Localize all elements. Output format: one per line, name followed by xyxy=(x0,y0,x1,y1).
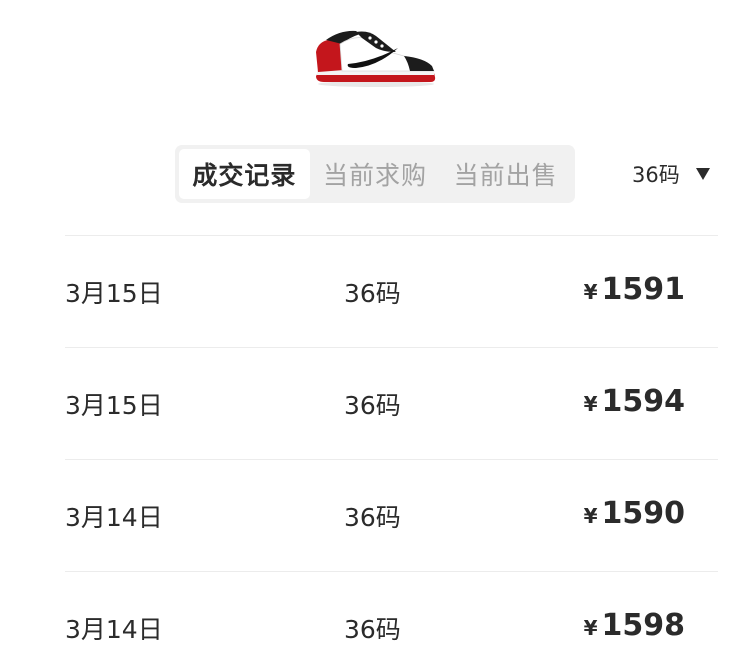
currency-symbol: ¥ xyxy=(583,616,598,640)
transaction-size: 36码 xyxy=(344,615,401,644)
transaction-row: 3月15日 36码 ¥ 1591 xyxy=(65,235,718,347)
transaction-date: 3月15日 xyxy=(65,279,163,308)
transaction-date: 3月14日 xyxy=(65,503,163,532)
record-type-tabs: 成交记录 当前求购 当前出售 xyxy=(175,145,575,203)
price-amount: 1591 xyxy=(601,272,686,307)
transaction-list: 3月15日 36码 ¥ 1591 3月15日 36码 ¥ 1594 3月14日 … xyxy=(65,235,718,662)
transaction-price: ¥ 1598 xyxy=(584,608,685,643)
transaction-records-page: 成交记录 当前求购 当前出售 36码 3月15日 36码 ¥ 1591 3月15… xyxy=(0,0,750,662)
transaction-size: 36码 xyxy=(344,279,401,308)
caret-down-icon xyxy=(695,168,710,180)
tab-current-bids[interactable]: 当前求购 xyxy=(310,149,441,199)
transaction-size: 36码 xyxy=(344,503,401,532)
transaction-price: ¥ 1591 xyxy=(584,272,685,307)
currency-symbol: ¥ xyxy=(583,392,598,416)
currency-symbol: ¥ xyxy=(583,504,598,528)
transaction-row: 3月14日 36码 ¥ 1590 xyxy=(65,459,718,571)
sneaker-image xyxy=(312,22,438,90)
transaction-date: 3月14日 xyxy=(65,615,163,644)
transaction-row: 3月14日 36码 ¥ 1598 xyxy=(65,571,718,662)
currency-symbol: ¥ xyxy=(583,280,598,304)
price-amount: 1598 xyxy=(601,608,686,643)
transaction-date: 3月15日 xyxy=(65,391,163,420)
transaction-row: 3月15日 36码 ¥ 1594 xyxy=(65,347,718,459)
tab-transaction-records[interactable]: 成交记录 xyxy=(179,149,310,199)
price-amount: 1590 xyxy=(601,496,686,531)
transaction-size: 36码 xyxy=(344,391,401,420)
size-dropdown-value: 36码 xyxy=(632,163,680,187)
size-dropdown[interactable]: 36码 xyxy=(620,152,730,196)
tab-current-asks[interactable]: 当前出售 xyxy=(440,149,571,199)
transaction-price: ¥ 1590 xyxy=(584,496,685,531)
transaction-price: ¥ 1594 xyxy=(584,384,685,419)
price-amount: 1594 xyxy=(601,384,686,419)
